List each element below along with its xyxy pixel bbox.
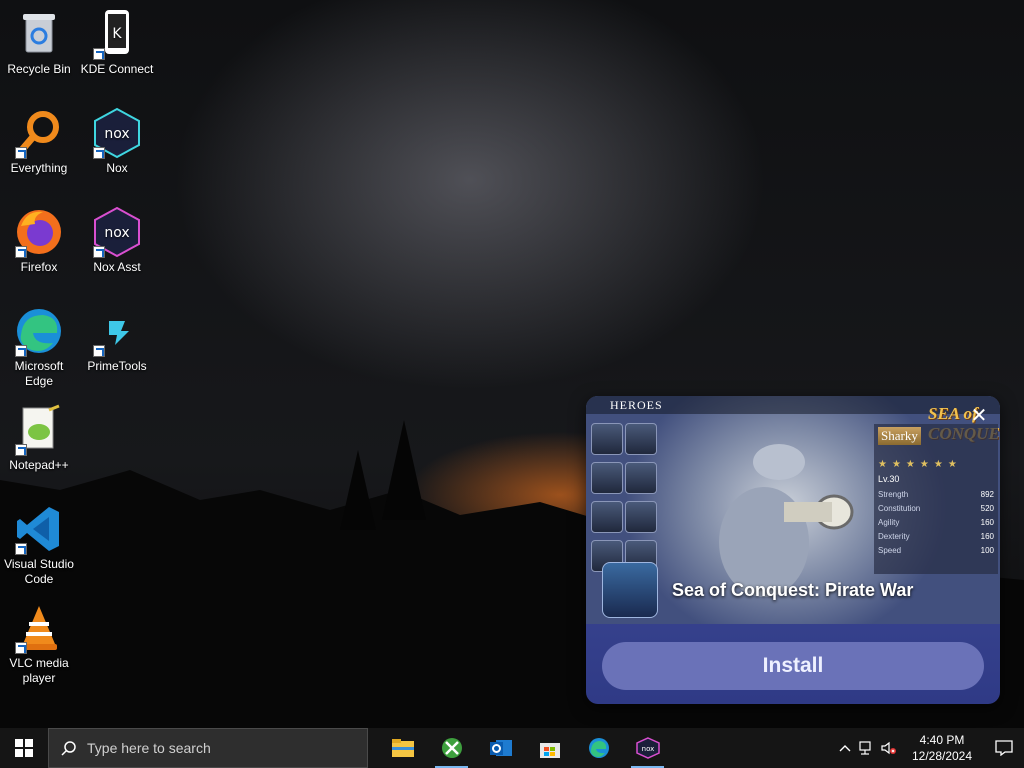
desktop-icon-label: PrimeTools [87,359,147,373]
desktop-icon-label: Everything [10,161,68,175]
shortcut-arrow-icon [15,543,27,555]
desktop-icon-nox[interactable]: nox Nox [79,107,155,176]
stat-value: 160 [980,532,994,541]
clock-date: 12/28/2024 [911,749,973,763]
stat-value: 892 [980,490,994,499]
taskbar-app-nox[interactable]: nox [623,728,672,768]
hero-portrait [591,501,623,533]
desktop-icon-visual-studio-code[interactable]: Visual Studio Code [1,503,77,587]
stat-value: 160 [980,518,994,527]
hero-portrait [591,423,623,455]
desktop-icon-recycle-bin[interactable]: Recycle Bin [1,8,77,77]
stat-row: Agility 160 [878,516,994,530]
hero-portrait [625,423,657,455]
taskbar-apps: nox [378,728,672,768]
taskbar-app-microsoft-store[interactable] [525,728,574,768]
hero-level: Lv.30 [878,474,900,484]
hero-stars: ★★★★★★ [878,459,962,470]
clock-time: 4:40 PM [919,733,965,747]
search-placeholder: Type here to search [87,740,211,756]
stat-value: 520 [980,504,994,513]
desktop-icon-microsoft-edge[interactable]: Microsoft Edge [1,305,77,389]
stat-row: Constitution 520 [878,502,994,516]
close-button[interactable]: ✕ [968,406,990,428]
desktop-icon-label: Nox [106,161,128,175]
hero-name: Sharky [878,427,921,445]
shortcut-arrow-icon [93,345,105,357]
stat-value: 100 [980,546,994,555]
notification-center-button[interactable] [984,728,1024,768]
desktop-icon-label: Nox Asst [93,260,141,274]
desktop-icon-label: VLC media player [9,656,69,685]
taskbar-search-input[interactable]: Type here to search [48,728,368,768]
stat-row: Strength 892 [878,488,994,502]
desktop-icon-label: Notepad++ [9,458,69,472]
stat-row: Dexterity 160 [878,530,994,544]
taskbar: Type here to search nox 4:40 PM 12/28/20… [0,728,1024,768]
microsoft-store-icon [539,743,560,758]
shortcut-arrow-icon [15,345,27,357]
volume-muted-icon[interactable] [878,728,900,768]
svg-text:nox: nox [104,225,129,241]
windows-logo-icon [15,739,33,757]
taskbar-app-file-explorer[interactable] [378,728,427,768]
game-install-popup: HEROES SEA of CONQUEST Sharky ★★★★★★ Lv.… [586,396,1000,704]
network-icon[interactable] [856,728,878,768]
desktop-icon-label: KDE Connect [80,62,154,76]
game-thumbnail [602,562,658,618]
nox-icon: nox [635,737,660,759]
hero-stats-card: Sharky ★★★★★★ Lv.30 Strength 892 Constitu… [874,424,998,574]
shortcut-arrow-icon [93,48,105,60]
shortcut-arrow-icon [15,444,27,456]
desktop-icon-primetools[interactable]: PrimeTools [79,305,155,374]
desktop-icon-nox-asst[interactable]: nox Nox Asst [79,206,155,275]
search-icon [61,741,76,756]
desktop-icon-label: Microsoft Edge [14,359,64,388]
desktop-icon-label: Firefox [20,260,58,274]
desktop-icon-vlc[interactable]: VLC media player [1,602,77,686]
hero-grid [590,422,660,578]
taskbar-app-edge[interactable] [574,728,623,768]
game-title: Sea of Conquest: Pirate War [672,580,914,600]
stat-label: Agility [878,518,900,527]
start-button[interactable] [0,728,48,768]
svg-text:nox: nox [104,126,129,142]
stat-label: Dexterity [878,532,910,541]
xbox-icon [441,738,462,758]
desktop-icon-notepad-plus-plus[interactable]: Notepad++ [1,404,77,473]
svg-text:nox: nox [641,745,654,753]
desktop-icon-label: Visual Studio Code [4,557,74,586]
shortcut-arrow-icon [93,147,105,159]
desktop-icon-label: Recycle Bin [7,62,71,76]
hero-portrait [625,501,657,533]
outlook-icon [489,740,512,756]
svg-text:K: K [112,26,122,42]
stat-label: Speed [878,546,902,555]
stat-label: Constitution [878,504,921,513]
hero-portrait [591,462,623,494]
shortcut-arrow-icon [15,147,27,159]
taskbar-app-xbox[interactable] [427,728,476,768]
show-hidden-icons-chevron-icon[interactable] [834,728,856,768]
file-explorer-icon [391,739,414,757]
desktop-icon-firefox[interactable]: Firefox [1,206,77,275]
shortcut-arrow-icon [93,246,105,258]
desktop-icon-kde-connect[interactable]: K KDE Connect [79,8,155,77]
taskbar-clock[interactable]: 4:40 PM 12/28/2024 [904,732,980,764]
taskbar-app-outlook[interactable] [476,728,525,768]
stat-label: Strength [878,490,909,499]
desktop-icon-everything[interactable]: Everything [1,107,77,176]
hero-portrait [625,462,657,494]
notification-icon [995,740,1013,756]
shortcut-arrow-icon [15,246,27,258]
edge-icon [588,738,609,758]
system-tray: 4:40 PM 12/28/2024 [834,728,1024,768]
recycle-bin-icon [23,14,55,53]
install-button[interactable]: Install [602,642,984,690]
stat-row: Speed 100 [878,544,994,558]
shortcut-arrow-icon [15,642,27,654]
